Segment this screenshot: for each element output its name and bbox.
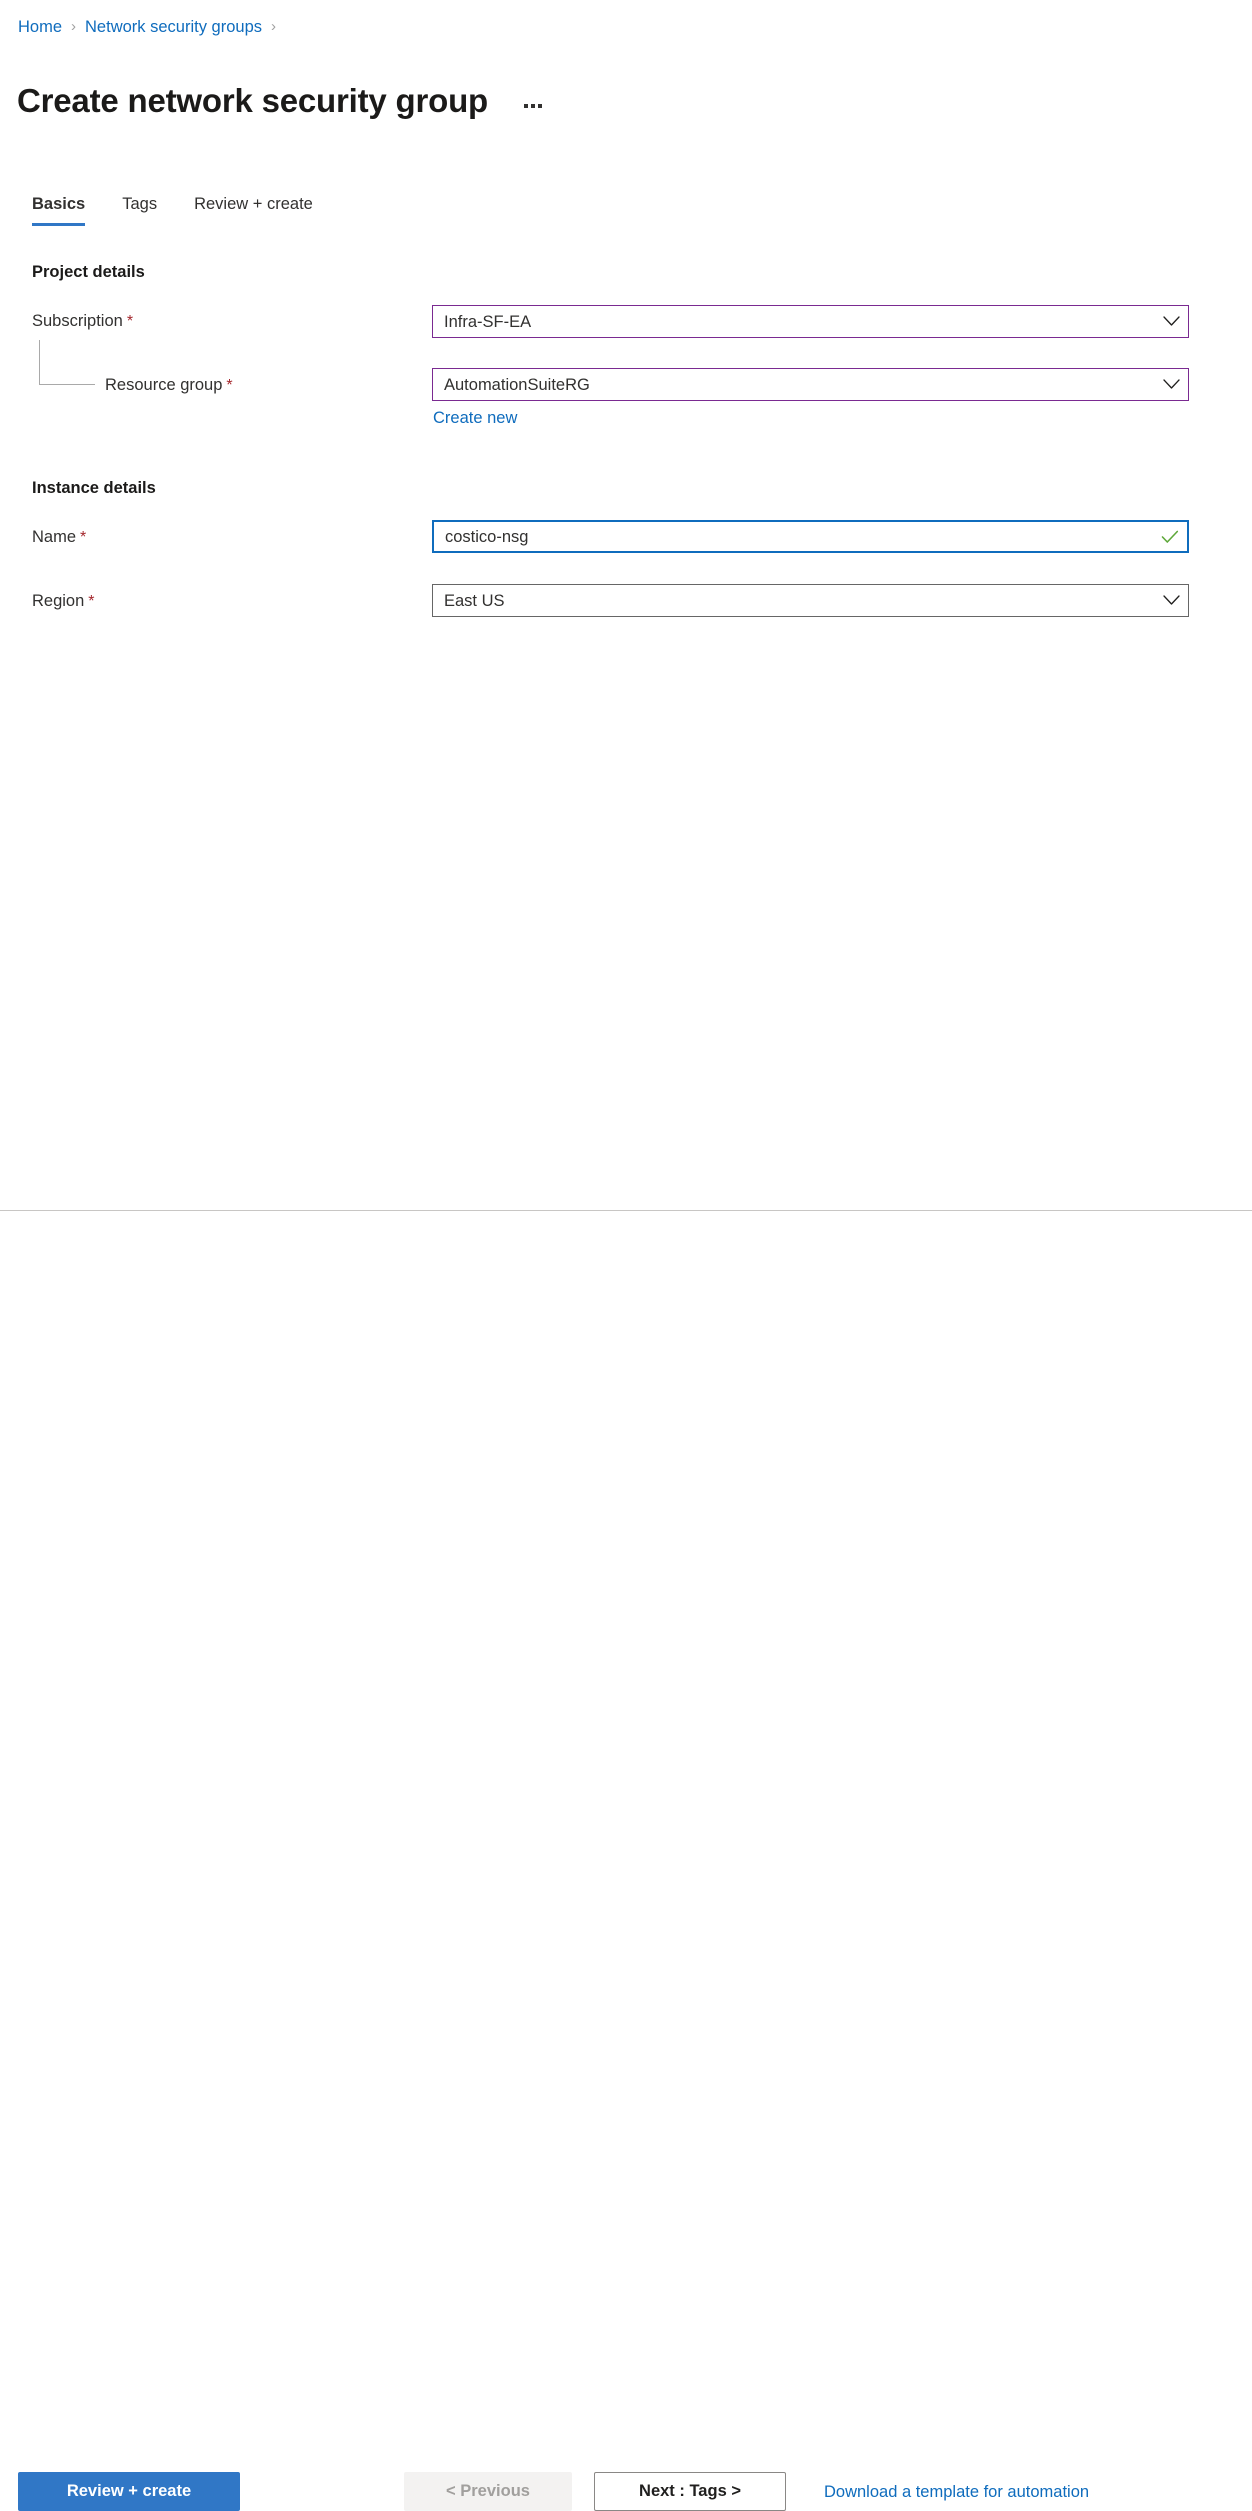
chevron-down-icon	[1154, 379, 1188, 390]
breadcrumb-separator-icon: ›	[71, 18, 77, 35]
name-input[interactable]: costico-nsg	[432, 520, 1189, 553]
required-marker: *	[126, 313, 134, 330]
chevron-down-icon	[1154, 316, 1188, 327]
tab-tags[interactable]: Tags	[122, 193, 157, 226]
label-subscription: Subscription *	[32, 310, 133, 333]
subscription-value: Infra-SF-EA	[444, 312, 532, 331]
page-header: Create network security group	[17, 57, 548, 145]
create-new-resource-group-link[interactable]: Create new	[433, 407, 517, 429]
breadcrumb-item-network-security-groups[interactable]: Network security groups	[85, 17, 262, 37]
label-name-text: Name	[32, 528, 77, 546]
ellipsis-dot	[538, 104, 542, 108]
region-dropdown[interactable]: East US	[432, 584, 1189, 617]
review-create-button[interactable]: Review + create	[18, 2472, 240, 2511]
required-marker: *	[80, 529, 87, 546]
section-heading-project-details: Project details	[32, 263, 145, 281]
region-value: East US	[444, 591, 505, 610]
label-region: Region *	[32, 590, 95, 613]
page-title: Create network security group	[17, 82, 488, 120]
section-heading-instance-details: Instance details	[32, 479, 156, 497]
ellipsis-icon[interactable]	[518, 92, 548, 120]
subscription-dropdown[interactable]: Infra-SF-EA	[432, 305, 1189, 338]
label-name: Name *	[32, 526, 86, 549]
label-subscription-text: Subscription	[32, 312, 123, 330]
breadcrumb-separator-icon: ›	[271, 18, 276, 35]
ellipsis-dot	[531, 104, 535, 108]
required-marker: *	[88, 593, 95, 610]
checkmark-icon	[1153, 530, 1187, 544]
tab-basics[interactable]: Basics	[32, 193, 86, 226]
name-value: costico-nsg	[445, 527, 529, 546]
tab-review-create[interactable]: Review + create	[194, 193, 313, 226]
ellipsis-dot	[524, 104, 528, 108]
tree-connector-line	[39, 340, 95, 385]
resource-group-dropdown[interactable]: AutomationSuiteRG	[432, 368, 1189, 401]
label-region-text: Region	[32, 592, 85, 610]
label-resource-group-text: Resource group	[105, 376, 223, 394]
required-marker: *	[226, 377, 233, 394]
download-template-link[interactable]: Download a template for automation	[824, 2481, 1089, 2503]
breadcrumb: Home › Network security groups ›	[18, 17, 285, 37]
next-tags-button[interactable]: Next : Tags >	[594, 2472, 786, 2511]
wizard-tabs: Basics Tags Review + create	[32, 193, 350, 226]
label-resource-group: Resource group *	[105, 374, 233, 397]
previous-button: < Previous	[404, 2472, 572, 2511]
breadcrumb-item-home[interactable]: Home	[18, 17, 62, 37]
footer-bar: Review + create < Previous Next : Tags >…	[0, 1211, 1252, 2511]
resource-group-value: AutomationSuiteRG	[444, 375, 590, 394]
chevron-down-icon	[1154, 595, 1188, 606]
